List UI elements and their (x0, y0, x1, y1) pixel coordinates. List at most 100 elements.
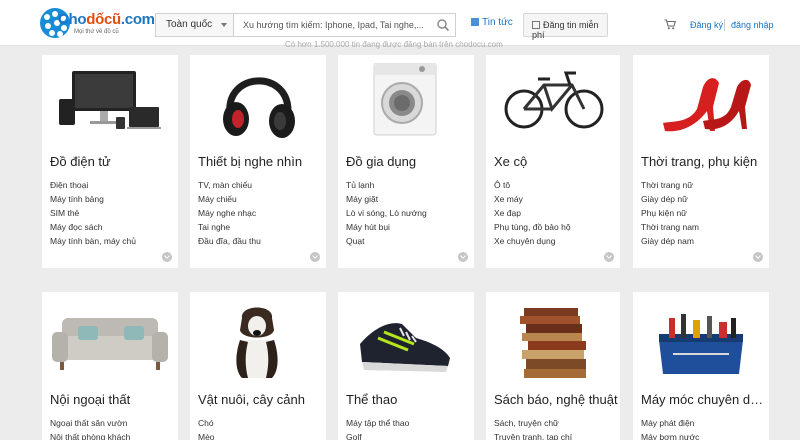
subcategory-link[interactable]: Đầu đĩa, đầu thu (198, 234, 261, 248)
chevron-down-icon (221, 23, 227, 27)
dog-icon (236, 307, 278, 378)
electronics-icon (59, 71, 161, 129)
category-card-fashion[interactable]: Thời trang, phụ kiện Thời trang nữ Giày … (633, 55, 769, 268)
subcategory-list: Thời trang nữ Giày dép nữ Phụ kiện nữ Th… (641, 178, 699, 248)
subcategory-list: Máy tập thể thao Golf (346, 416, 409, 440)
subcategory-link[interactable]: Ngoại thất sân vườn (50, 416, 130, 430)
category-title[interactable]: Sách báo, nghệ thuật (494, 392, 622, 407)
subcategory-link[interactable]: Ô tô (494, 178, 571, 192)
divider (724, 19, 725, 31)
subcategory-list: TV, màn chiếu Máy chiếu Máy nghe nhạc Ta… (198, 178, 261, 248)
category-title[interactable]: Thiết bị nghe nhìn (198, 154, 326, 169)
subcategory-list: Ô tô Xe máy Xe đạp Phụ tùng, đồ bảo hộ X… (494, 178, 571, 248)
edit-icon (532, 21, 540, 29)
category-card-vehicles[interactable]: Xe cộ Ô tô Xe máy Xe đạp Phụ tùng, đồ bả… (486, 55, 620, 268)
sneaker-icon (360, 323, 450, 372)
subcategory-link[interactable]: Sách, truyện chữ (494, 416, 572, 430)
category-card-electronics[interactable]: Đồ điện tử Điện thoại Máy tính bảng SIM … (42, 55, 178, 268)
subcategory-link[interactable]: Giày dép nữ (641, 192, 699, 206)
subcategory-link[interactable]: Quạt (346, 234, 427, 248)
subcategory-link[interactable]: Máy tập thể thao (346, 416, 409, 430)
listing-count-text: Có hơn 1.500.000 tin đang được đăng bán … (285, 40, 503, 49)
subcategory-link[interactable]: Tủ lạnh (346, 178, 427, 192)
subcategory-link[interactable]: Máy chiếu (198, 192, 261, 206)
category-title[interactable]: Nội ngoại thất (50, 392, 178, 407)
subcategory-link[interactable]: Mèo (198, 430, 215, 440)
subcategory-link[interactable]: Truyện tranh, tạp chí (494, 430, 572, 440)
high-heel-icon (663, 78, 751, 132)
logo-tagline: Mọi thứ về đồ cũ (74, 29, 119, 35)
subcategory-link[interactable]: Phụ kiện nữ (641, 206, 699, 220)
subcategory-link[interactable]: Nội thất phòng khách (50, 430, 130, 440)
region-select[interactable]: Toàn quốc (155, 13, 233, 37)
register-link[interactable]: Đăng ký (690, 20, 723, 30)
subcategory-link[interactable]: Máy hút bụi (346, 220, 427, 234)
category-title[interactable]: Máy móc chuyên dụng (641, 392, 769, 407)
subcategory-list: Chó Mèo (198, 416, 215, 440)
subcategory-link[interactable]: Golf (346, 430, 409, 440)
logo-text: Chodốcũ.com (58, 11, 155, 28)
subcategory-link[interactable]: TV, màn chiếu (198, 178, 261, 192)
post-button-label: Đăng tin miễn phí (532, 20, 599, 40)
headphones-icon (223, 77, 295, 138)
subcategory-list: Điện thoại Máy tính bảng SIM thẻ Máy đọc… (50, 178, 136, 248)
category-card-furniture[interactable]: Nội ngoại thất Ngoại thất sân vườn Nội t… (42, 292, 178, 440)
subcategory-list: Tủ lạnh Máy giặt Lò vi sóng, Lò nướng Má… (346, 178, 427, 248)
subcategory-link[interactable]: Máy bơm nước (641, 430, 699, 440)
subcategory-link[interactable]: Tai nghe (198, 220, 261, 234)
subcategory-link[interactable]: Máy giặt (346, 192, 427, 206)
category-title[interactable]: Thể thao (346, 392, 474, 407)
washing-machine-icon (373, 63, 437, 136)
subcategory-link[interactable]: Lò vi sóng, Lò nướng (346, 206, 427, 220)
expand-chevron-icon[interactable] (753, 252, 763, 262)
category-title[interactable]: Xe cộ (494, 154, 622, 169)
category-title[interactable]: Đồ gia dụng (346, 154, 474, 169)
category-title[interactable]: Vật nuôi, cây cảnh (198, 392, 326, 407)
expand-chevron-icon[interactable] (310, 252, 320, 262)
category-card-audio-video[interactable]: Thiết bị nghe nhìn TV, màn chiếu Máy chi… (190, 55, 326, 268)
search-icon[interactable] (436, 18, 450, 32)
bicycle-icon (504, 71, 604, 129)
login-link[interactable]: đăng nhập (731, 20, 774, 30)
category-card-machinery[interactable]: Máy móc chuyên dụng Máy phát điện Máy bơ… (633, 292, 769, 440)
category-title[interactable]: Đồ điện tử (50, 154, 178, 169)
search-box (233, 13, 456, 37)
news-link[interactable]: Tin tức (471, 17, 513, 28)
subcategory-link[interactable]: Máy nghe nhạc (198, 206, 261, 220)
expand-chevron-icon[interactable] (458, 252, 468, 262)
subcategory-link[interactable]: Thời trang nữ (641, 178, 699, 192)
category-card-home-appliances[interactable]: Đồ gia dụng Tủ lạnh Máy giặt Lò vi sóng,… (338, 55, 474, 268)
toolbag-icon (659, 314, 743, 374)
search-input[interactable] (234, 14, 429, 36)
category-title[interactable]: Thời trang, phụ kiện (641, 154, 769, 169)
news-label: Tin tức (482, 17, 513, 28)
subcategory-list: Ngoại thất sân vườn Nội thất phòng khách (50, 416, 130, 440)
sofa-icon (52, 318, 168, 370)
subcategory-link[interactable]: Máy tính bàn, máy chủ (50, 234, 136, 248)
expand-chevron-icon[interactable] (162, 252, 172, 262)
post-free-ad-button[interactable]: Đăng tin miễn phí (523, 13, 608, 40)
cart-icon[interactable] (664, 19, 676, 30)
subcategory-link[interactable]: Chó (198, 416, 215, 430)
books-icon (520, 308, 586, 378)
subcategory-link[interactable]: Xe chuyên dụng (494, 234, 571, 248)
site-logo[interactable]: Chodốcũ.com Mọi thứ về đồ cũ (40, 8, 155, 40)
category-card-pets-plants[interactable]: Vật nuôi, cây cảnh Chó Mèo (190, 292, 326, 440)
subcategory-list: Máy phát điện Máy bơm nước (641, 416, 699, 440)
region-label: Toàn quốc (166, 19, 213, 30)
news-icon (471, 18, 479, 26)
subcategory-link[interactable]: Xe máy (494, 192, 571, 206)
expand-chevron-icon[interactable] (604, 252, 614, 262)
subcategory-link[interactable]: Máy phát điện (641, 416, 699, 430)
subcategory-link[interactable]: Thời trang nam (641, 220, 699, 234)
category-card-sports[interactable]: Thể thao Máy tập thể thao Golf (338, 292, 474, 440)
subcategory-link[interactable]: Máy tính bảng (50, 192, 136, 206)
subcategory-link[interactable]: Máy đọc sách (50, 220, 136, 234)
subcategory-link[interactable]: Phụ tùng, đồ bảo hộ (494, 220, 571, 234)
category-card-books-art[interactable]: Sách báo, nghệ thuật Sách, truyện chữ Tr… (486, 292, 620, 440)
subcategory-link[interactable]: Giày dép nam (641, 234, 699, 248)
subcategory-link[interactable]: SIM thẻ (50, 206, 136, 220)
subcategory-link[interactable]: Điện thoại (50, 178, 136, 192)
subcategory-list: Sách, truyện chữ Truyện tranh, tạp chí (494, 416, 572, 440)
subcategory-link[interactable]: Xe đạp (494, 206, 571, 220)
